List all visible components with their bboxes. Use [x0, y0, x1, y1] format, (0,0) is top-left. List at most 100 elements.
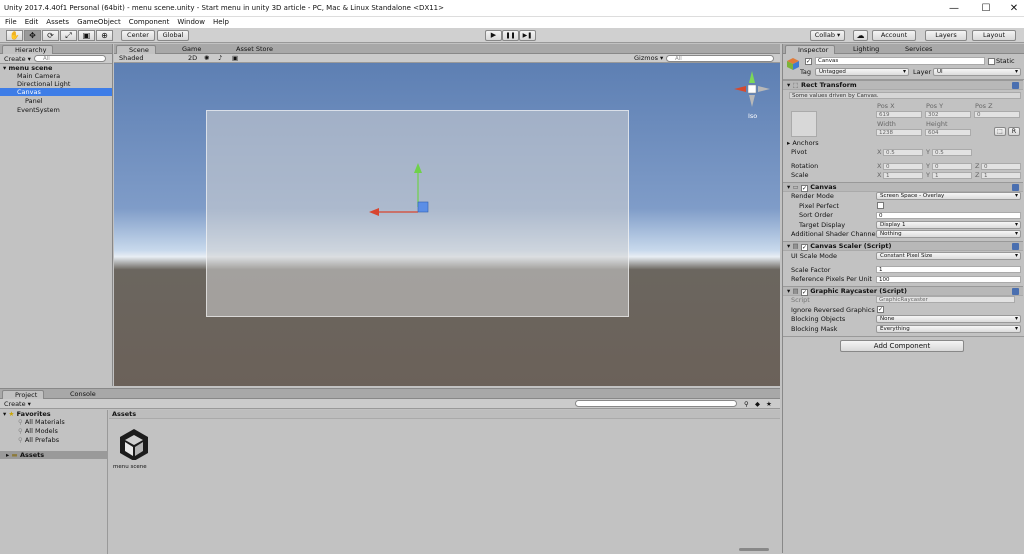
canvas-scaler-header[interactable]: ▾ ▤ ✓ Canvas Scaler (Script)	[783, 241, 1023, 251]
menu-component[interactable]: Component	[129, 17, 170, 27]
active-checkbox[interactable]: ✓	[805, 58, 812, 65]
favorite-search-icon[interactable]: ★	[766, 400, 772, 408]
pivot-center-toggle[interactable]: Center	[121, 30, 155, 41]
rot-x-field[interactable]: 0	[883, 163, 923, 170]
pos-y-field[interactable]: 302	[925, 111, 971, 118]
graphic-raycaster-enabled-checkbox[interactable]: ✓	[800, 289, 808, 296]
pos-x-field[interactable]: 619	[876, 111, 922, 118]
hierarchy-item-directional-light[interactable]: Directional Light	[0, 80, 112, 88]
component-settings-icon[interactable]	[1012, 243, 1019, 250]
tab-game[interactable]: Game	[170, 45, 207, 54]
blocking-mask-dropdown[interactable]: Everything	[876, 325, 1021, 333]
gizmos-dropdown[interactable]: Gizmos ▾	[634, 54, 663, 62]
minimize-button[interactable]: —	[940, 0, 968, 17]
menu-edit[interactable]: Edit	[25, 17, 39, 27]
favorite-all-materials[interactable]: ⚲ All Materials	[0, 418, 90, 426]
tab-hierarchy[interactable]: Hierarchy	[2, 45, 54, 54]
cloud-icon[interactable]: ☁	[853, 30, 868, 41]
menu-help[interactable]: Help	[213, 17, 229, 27]
layout-dropdown[interactable]: Layout	[972, 30, 1016, 41]
maximize-button[interactable]: ☐	[972, 0, 1000, 17]
scale-factor-field[interactable]: 1	[876, 266, 1021, 273]
scale-z-field[interactable]: 1	[981, 172, 1021, 179]
favorite-all-models[interactable]: ⚲ All Models	[0, 427, 90, 435]
transform-tool-icon[interactable]: ⊕	[96, 30, 113, 41]
space-global-toggle[interactable]: Global	[157, 30, 189, 41]
filter-by-type-icon[interactable]: ⚲	[744, 400, 749, 408]
component-settings-icon[interactable]	[1012, 184, 1019, 191]
menu-gameobject[interactable]: GameObject	[77, 17, 121, 27]
icon-size-slider[interactable]	[739, 548, 769, 551]
effects-toggle-icon[interactable]: ▣	[232, 54, 238, 62]
hand-tool-icon[interactable]: ✋	[6, 30, 23, 41]
layers-dropdown[interactable]: Layers	[925, 30, 967, 41]
add-component-button[interactable]: Add Component	[840, 340, 964, 352]
filter-by-label-icon[interactable]: ◆	[755, 400, 760, 408]
ui-scale-mode-dropdown[interactable]: Constant Pixel Size	[876, 252, 1021, 260]
iso-label[interactable]: Iso	[748, 112, 757, 120]
rot-z-field[interactable]: 0	[981, 163, 1021, 170]
static-checkbox[interactable]	[988, 58, 995, 65]
pixel-perfect-checkbox[interactable]	[877, 202, 884, 209]
reference-ppu-field[interactable]: 100	[876, 276, 1021, 283]
blocking-objects-dropdown[interactable]: None	[876, 315, 1021, 323]
hierarchy-item-main-camera[interactable]: Main Camera	[0, 72, 112, 80]
scale-y-field[interactable]: 1	[932, 172, 972, 179]
step-button[interactable]: ▶❚	[519, 30, 536, 41]
sort-order-field[interactable]: 0	[876, 212, 1021, 219]
tab-console[interactable]: Console	[58, 390, 102, 399]
shader-channels-dropdown[interactable]: Nothing	[876, 230, 1021, 238]
hierarchy-scene-root[interactable]: ▾ menu scene	[0, 64, 112, 72]
pos-z-field[interactable]: 0	[974, 111, 1020, 118]
hierarchy-item-canvas[interactable]: Canvas	[0, 88, 112, 96]
project-search-input[interactable]	[575, 400, 737, 407]
render-mode-dropdown[interactable]: Screen Space - Overlay	[876, 192, 1021, 200]
menu-file[interactable]: File	[5, 17, 17, 27]
play-button[interactable]: ▶	[485, 30, 502, 41]
pause-button[interactable]: ❚❚	[502, 30, 519, 41]
scale-x-field[interactable]: 1	[883, 172, 923, 179]
tab-inspector[interactable]: Inspector	[785, 45, 836, 54]
tab-lighting[interactable]: Lighting	[841, 45, 885, 54]
scene-search-input[interactable]: All	[666, 55, 774, 62]
scene-viewport[interactable]: Iso	[114, 63, 780, 386]
anchor-presets-icon[interactable]	[791, 111, 817, 137]
width-field[interactable]: 1238	[876, 129, 922, 136]
2d-mode-toggle[interactable]: 2D	[188, 54, 197, 62]
rotate-tool-icon[interactable]: ⟳	[42, 30, 59, 41]
menu-window[interactable]: Window	[177, 17, 205, 27]
anchors-label[interactable]: ▸ Anchors	[787, 139, 819, 147]
lighting-toggle-icon[interactable]: ✺	[204, 54, 209, 62]
canvas-component-header[interactable]: ▾ ▭ ✓ Canvas	[783, 182, 1023, 192]
assets-folder[interactable]: ▸ ▬ Assets	[0, 451, 108, 459]
rect-transform-header[interactable]: ▾ ⬚ Rect Transform	[783, 80, 1023, 90]
layer-dropdown[interactable]: UI	[933, 68, 1021, 76]
ignore-reversed-checkbox[interactable]: ✓	[877, 306, 884, 313]
tab-project[interactable]: Project	[2, 390, 45, 399]
asset-tile[interactable]: menu scene	[113, 426, 153, 474]
target-display-dropdown[interactable]: Display 1	[876, 221, 1021, 229]
canvas-scaler-enabled-checkbox[interactable]: ✓	[800, 244, 808, 251]
hierarchy-item-panel[interactable]: Panel	[0, 97, 112, 105]
shading-mode-dropdown[interactable]: Shaded	[119, 54, 143, 62]
graphic-raycaster-header[interactable]: ▾ ▤ ✓ Graphic Raycaster (Script)	[783, 286, 1023, 296]
close-button[interactable]: ✕	[1000, 0, 1024, 17]
tab-scene[interactable]: Scene	[116, 45, 156, 54]
account-dropdown[interactable]: Account	[872, 30, 916, 41]
audio-toggle-icon[interactable]: ♪	[218, 54, 222, 62]
rect-tool-icon[interactable]: ▣	[78, 30, 95, 41]
hierarchy-search-input[interactable]: All	[34, 55, 106, 62]
tab-asset-store[interactable]: Asset Store	[224, 45, 279, 54]
rot-y-field[interactable]: 0	[932, 163, 972, 170]
collab-dropdown[interactable]: Collab ▾	[810, 30, 845, 41]
canvas-enabled-checkbox[interactable]: ✓	[800, 185, 808, 192]
hierarchy-item-eventsystem[interactable]: EventSystem	[0, 106, 112, 114]
object-name-field[interactable]: Canvas	[815, 57, 985, 65]
scale-tool-icon[interactable]: ⤢	[60, 30, 77, 41]
pivot-x-field[interactable]: 0.5	[883, 149, 923, 156]
move-gizmo[interactable]	[114, 63, 780, 386]
hierarchy-create-button[interactable]: Create ▾	[4, 55, 31, 63]
component-settings-icon[interactable]	[1012, 288, 1019, 295]
move-tool-icon[interactable]: ✥	[24, 30, 41, 41]
component-settings-icon[interactable]	[1012, 82, 1019, 89]
